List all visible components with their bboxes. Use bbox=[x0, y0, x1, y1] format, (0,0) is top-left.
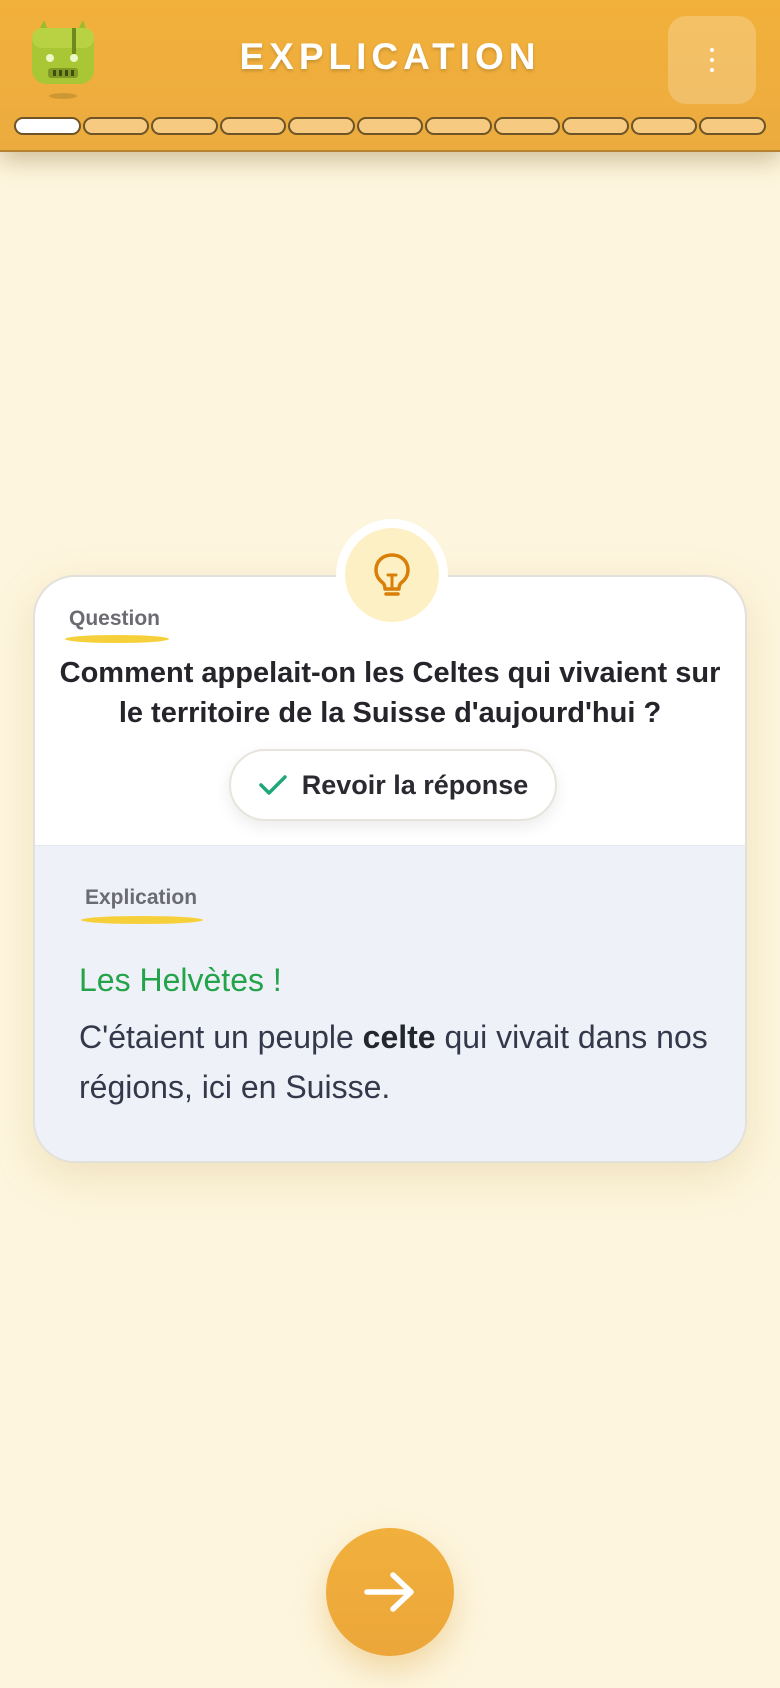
check-icon bbox=[258, 775, 287, 795]
header-bar: EXPLICATION bbox=[0, 0, 780, 152]
progress-segment bbox=[219, 117, 287, 135]
progress-segment bbox=[288, 117, 355, 135]
menu-button[interactable] bbox=[668, 16, 756, 104]
next-button[interactable] bbox=[326, 1528, 454, 1656]
arrow-right-icon bbox=[364, 1572, 414, 1612]
progress-segment bbox=[151, 117, 218, 135]
progress-segment bbox=[699, 117, 767, 135]
lightbulb-badge bbox=[336, 519, 448, 631]
explanation-text: C'étaient un peuple celte qui vivait dan… bbox=[79, 1012, 719, 1112]
question-card: Question Comment appelait-on les Celtes … bbox=[33, 519, 747, 1163]
progress-segment bbox=[630, 117, 698, 135]
page-title: EXPLICATION bbox=[239, 36, 541, 77]
progress-segment bbox=[82, 117, 150, 135]
explanation-text-start: C'étaient un peuple bbox=[79, 1019, 363, 1055]
explanation-label-underline bbox=[81, 916, 203, 924]
lightbulb-icon bbox=[374, 553, 410, 596]
review-answer-button[interactable]: Revoir la réponse bbox=[229, 749, 557, 821]
question-label-underline bbox=[65, 635, 169, 643]
progress-segment bbox=[493, 117, 561, 135]
explanation-text-bold: celte bbox=[362, 1019, 436, 1055]
review-answer-label: Revoir la réponse bbox=[301, 769, 529, 800]
progress-segment bbox=[356, 117, 424, 135]
progress-segment bbox=[425, 117, 492, 135]
progress-bar bbox=[14, 117, 767, 135]
question-text: Comment appelait-on les Celtes qui vivai… bbox=[59, 657, 721, 729]
progress-segment bbox=[562, 117, 629, 135]
progress-segment bbox=[14, 117, 81, 135]
vertical-dots-icon bbox=[710, 48, 714, 52]
explanation-label: Explication bbox=[85, 886, 198, 909]
explanation-panel: Explication Les Helvètes ! C'étaient un … bbox=[35, 845, 745, 1161]
question-label: Question bbox=[69, 607, 161, 630]
answer-text: Les Helvètes ! bbox=[79, 962, 282, 998]
